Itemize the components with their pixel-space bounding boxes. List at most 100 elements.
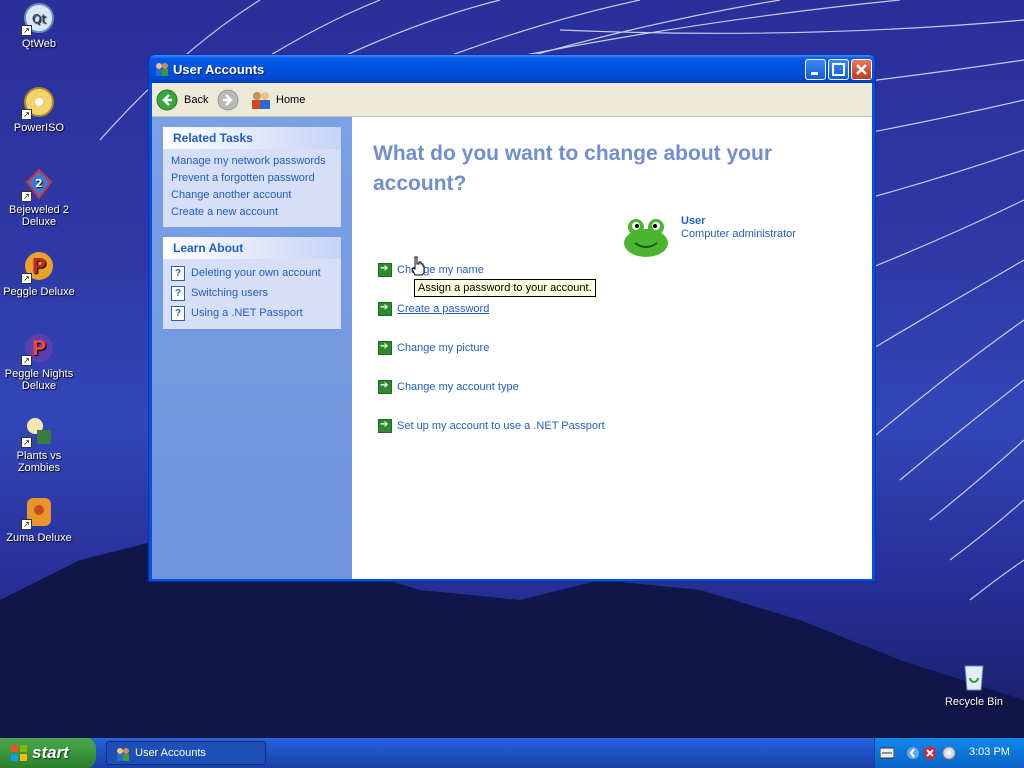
cd-drive-icon[interactable] [942,745,956,761]
tray-expand-icon[interactable] [906,745,920,761]
action-label: Create a password [397,303,490,315]
minimize-button[interactable] [805,59,826,80]
learn-link-label: Deleting your own account [191,267,321,279]
user-accounts-window: User Accounts Back Home Related Tasks Ma… [148,54,876,582]
qtweb-icon: Qt ↗ [21,2,55,36]
desktop-icon-label: PowerISO [13,122,65,134]
green-arrow-icon [378,380,392,394]
learn-link-net-passport[interactable]: ? Using a .NET Passport [171,303,333,323]
window-content: Related Tasks Manage my network password… [152,117,872,579]
action-change-picture[interactable]: Change my picture [378,341,489,355]
action-label: Change my account type [397,381,519,393]
svg-text:Qt: Qt [32,12,46,26]
svg-text:P: P [32,336,47,360]
back-button[interactable]: Back [156,88,208,112]
peggle-nights-icon: P ↗ [21,332,55,366]
desktop-icon-label: Peggle Deluxe [3,286,75,298]
desktop-icon-peggle[interactable]: P ↗ Peggle Deluxe [0,250,79,298]
taskbar-button-label: User Accounts [135,747,206,759]
tooltip: Assign a password to your account. [414,279,596,297]
svg-text:P: P [32,254,47,278]
security-alert-icon[interactable] [923,745,937,761]
green-arrow-icon [378,302,392,316]
home-users-icon [252,92,270,109]
home-button[interactable]: Home [250,88,305,112]
task-pane: Related Tasks Manage my network password… [152,117,352,579]
user-role: Computer administrator [681,228,796,240]
desktop-icon-label: QtWeb [21,38,57,50]
desktop-icon-label: Zuma Deluxe [6,532,72,544]
help-icon: ? [171,265,185,281]
user-name: User [681,215,706,227]
desktop-icon-poweriso[interactable]: ↗ PowerISO [0,86,79,134]
task-link-manage-network-passwords[interactable]: Manage my network passwords [171,153,333,170]
maximize-icon [832,63,845,76]
user-accounts-icon [117,748,129,761]
task-link-change-another-account[interactable]: Change another account [171,187,333,204]
desktop-icon-label: Plants vs Zombies [16,450,62,474]
system-tray: 3:03 PM [874,738,1024,768]
learn-link-label: Using a .NET Passport [191,307,303,319]
desktop-icon-label: Peggle Nights Deluxe [4,368,74,392]
learn-about-heading: Learn About [163,237,341,259]
green-arrow-icon [378,341,392,355]
task-link-create-new-account[interactable]: Create a new account [171,204,333,221]
hand-cursor-icon [411,256,425,276]
clock[interactable]: 3:03 PM [969,746,1010,758]
action-setup-net-passport[interactable]: Set up my account to use a .NET Passport [378,419,605,433]
keyboard-icon[interactable] [880,747,894,759]
zuma-icon: ↗ [21,496,55,530]
svg-text:2: 2 [35,177,43,190]
forward-button[interactable] [217,88,239,112]
learn-link-label: Switching users [191,287,269,299]
windows-logo-icon [11,745,27,761]
task-link-prevent-forgotten-password[interactable]: Prevent a forgotten password [171,170,333,187]
forward-arrow-icon [217,89,239,111]
action-change-name[interactable]: Change my name [378,263,484,277]
action-label: Change my picture [397,342,490,354]
start-label: start [32,743,69,762]
learn-link-switching-users[interactable]: ? Switching users [171,283,333,303]
desktop-icon-plants-vs-zombies[interactable]: ↗ Plants vs Zombies [0,414,79,474]
taskbar: start User Accounts 3:03 PM [0,738,1024,768]
help-icon: ? [171,305,185,321]
action-change-account-type[interactable]: Change my account type [378,380,519,394]
desktop-icon-zuma[interactable]: ↗ Zuma Deluxe [0,496,79,544]
recycle-bin-icon [958,660,990,692]
desktop-icon-label: Recycle Bin [944,696,1004,708]
green-arrow-icon [378,263,392,277]
related-tasks-heading: Related Tasks [163,127,341,149]
bejeweled-icon: 2 ↗ [21,168,55,202]
plants-vs-zombies-icon: ↗ [21,414,55,448]
close-icon [856,64,867,75]
user-accounts-icon [156,63,168,76]
related-tasks-panel: Related Tasks Manage my network password… [163,127,341,227]
poweriso-icon: ↗ [21,86,55,120]
user-account-card: User Computer administrator [621,213,821,263]
page-title: What do you want to change about your ac… [373,142,772,195]
window-title: User Accounts [173,62,265,77]
desktop-icon-bejeweled[interactable]: 2 ↗ Bejeweled 2 Deluxe [0,168,79,228]
maximize-button[interactable] [828,59,849,80]
close-button[interactable] [851,59,872,80]
learn-about-panel: Learn About ? Deleting your own account … [163,237,341,329]
frog-avatar-icon [624,219,668,257]
desktop-icon-label: Bejeweled 2 Deluxe [9,204,69,228]
start-button[interactable]: start [0,738,96,768]
action-create-password[interactable]: Create a password [378,302,489,316]
green-arrow-icon [378,419,392,433]
desktop-icon-recycle-bin[interactable]: Recycle Bin [934,660,1014,708]
desktop-icon-peggle-nights[interactable]: P ↗ Peggle Nights Deluxe [0,332,79,392]
minimize-icon [811,72,818,75]
taskbar-button-user-accounts[interactable]: User Accounts [106,741,266,765]
learn-link-deleting-account[interactable]: ? Deleting your own account [171,263,333,283]
window-titlebar[interactable]: User Accounts [149,55,875,83]
back-label: Back [184,94,209,106]
action-label: Set up my account to use a .NET Passport [397,420,605,432]
back-arrow-icon [156,89,178,111]
home-label: Home [276,94,306,106]
peggle-icon: P ↗ [21,250,55,284]
desktop-icon-qtweb[interactable]: Qt ↗ QtWeb [0,2,79,50]
navigation-toolbar: Back Home [152,83,872,117]
help-icon: ? [171,285,185,301]
